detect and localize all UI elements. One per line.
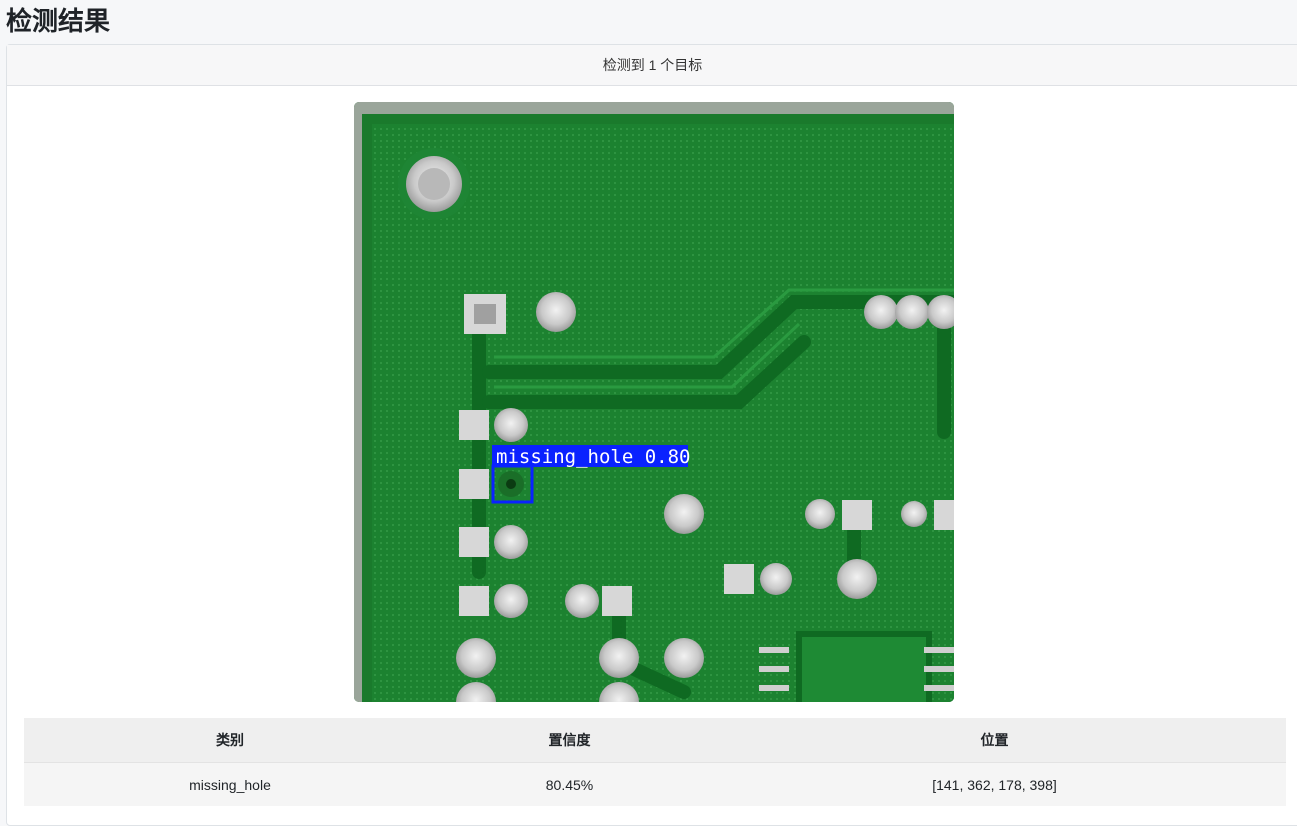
results-table: 类别 置信度 位置 missing_hole 80.45% [141, 362,… bbox=[24, 718, 1286, 806]
cell-confidence: 80.45% bbox=[436, 762, 703, 806]
column-header-position: 位置 bbox=[703, 718, 1286, 763]
table-row: missing_hole 80.45% [141, 362, 178, 398] bbox=[24, 762, 1286, 806]
results-card: 检测到 1 个目标 missing_hole 0.80 类别 置信度 位置 mi… bbox=[6, 44, 1297, 826]
table-header-row: 类别 置信度 位置 bbox=[24, 718, 1286, 763]
column-header-confidence: 置信度 bbox=[436, 718, 703, 763]
page-title: 检测结果 bbox=[6, 6, 111, 36]
column-header-class: 类别 bbox=[24, 718, 436, 763]
detection-box-label: missing_hole 0.80 bbox=[496, 446, 690, 468]
detection-image: missing_hole 0.80 bbox=[354, 102, 954, 702]
pcb-board-image: missing_hole 0.80 bbox=[354, 102, 954, 702]
detection-summary: 检测到 1 个目标 bbox=[7, 45, 1297, 86]
cell-class: missing_hole bbox=[24, 762, 436, 806]
cell-position: [141, 362, 178, 398] bbox=[703, 762, 1286, 806]
